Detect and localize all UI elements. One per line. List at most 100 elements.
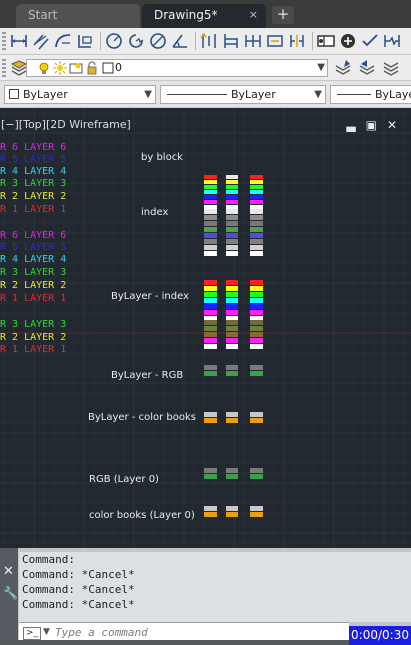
color-sample-bar <box>250 338 263 343</box>
continue-dimension-icon[interactable] <box>243 31 263 51</box>
command-history-line: Command: <box>22 553 75 566</box>
color-sample-bar <box>250 304 263 309</box>
layout-tabs-strip <box>0 640 349 645</box>
radius-dimension-icon[interactable] <box>104 31 124 51</box>
command-prompt-icon[interactable]: >_ <box>23 627 41 640</box>
color-sample-bar <box>250 180 263 184</box>
viewport-freeze-icon[interactable] <box>69 61 83 75</box>
customize-wrench-icon[interactable]: 🔧 <box>3 586 18 600</box>
color-sample-bar <box>204 190 217 194</box>
color-sample-bar <box>226 200 238 204</box>
color-control-dropdown[interactable]: ByLayer ▼ <box>4 85 156 104</box>
color-sample-bar <box>226 190 238 194</box>
linear-dimension-icon[interactable] <box>9 31 29 51</box>
chevron-down-icon: ▼ <box>144 89 152 100</box>
layer-previous-icon[interactable] <box>357 58 377 78</box>
color-sample-bar <box>226 418 238 423</box>
color-sample-bar <box>226 209 238 214</box>
linetype-preview-line <box>167 94 227 95</box>
toolbar-separator <box>312 32 313 50</box>
color-square-icon[interactable] <box>101 61 115 75</box>
lineweight-control-value: ByLayer <box>375 88 411 101</box>
layer-states-icon[interactable] <box>381 58 401 78</box>
color-sample-bar <box>250 474 263 479</box>
color-sample-bar <box>226 344 238 349</box>
color-sample-bar <box>250 245 263 250</box>
color-sample-bar <box>226 215 238 220</box>
new-tab-button[interactable]: + <box>272 6 294 24</box>
color-sample-bar <box>226 185 238 189</box>
color-sample-bar <box>226 180 238 184</box>
tolerance-icon[interactable] <box>316 31 336 51</box>
color-sample-bar <box>250 195 263 199</box>
color-sample-bar <box>250 233 263 238</box>
linetype-control-dropdown[interactable]: ByLayer ▼ <box>160 85 326 104</box>
color-sample-bar <box>204 365 217 370</box>
quick-dimension-icon[interactable] <box>199 31 219 51</box>
color-sample-bar <box>250 280 263 285</box>
center-mark-icon[interactable] <box>338 31 358 51</box>
color-sample-bar <box>250 221 263 226</box>
tab-drawing5-label: Drawing5* <box>154 8 218 22</box>
color-sample-bar <box>204 215 217 220</box>
color-sample-bar <box>204 298 217 303</box>
color-sample-bar <box>226 195 238 199</box>
light-bulb-icon[interactable] <box>37 61 51 75</box>
chevron-down-icon: ▼ <box>314 89 322 100</box>
linetype-control-value: ByLayer <box>231 88 276 101</box>
layer-dropdown[interactable]: 0 ▼ <box>26 59 328 77</box>
recording-timer: 0:00/0:30 <box>349 626 411 645</box>
color-sample-bar <box>204 468 217 473</box>
angular-dimension-icon[interactable] <box>170 31 190 51</box>
command-history-line: Command: *Cancel* <box>22 568 135 581</box>
restore-viewport-icon[interactable]: ▣ <box>366 118 377 132</box>
legend-row: R 5 LAYER 5 <box>0 242 67 253</box>
dimension-break-icon[interactable] <box>287 31 307 51</box>
jogged-dimension-icon[interactable] <box>126 31 146 51</box>
color-sample-bar <box>226 245 238 250</box>
arc-length-icon[interactable] <box>53 31 73 51</box>
current-layer-name: 0 <box>115 61 122 74</box>
jogged-linear-icon[interactable] <box>382 31 402 51</box>
sun-freeze-icon[interactable] <box>53 61 67 75</box>
dimension-space-icon[interactable] <box>265 31 285 51</box>
toolbar-grip[interactable] <box>2 58 6 77</box>
inspect-icon[interactable] <box>360 31 380 51</box>
recent-commands-chevron-icon[interactable]: ▼ <box>43 627 50 637</box>
color-sample-bar <box>226 233 238 238</box>
viewport-controls-label[interactable]: [−][Top][2D Wireframe] <box>1 118 131 131</box>
properties-toolbar: ByLayer ▼ ByLayer ▼ ByLayer <box>0 81 411 108</box>
tab-drawing5[interactable]: Drawing5* × <box>142 4 266 28</box>
tab-close-icon[interactable]: × <box>249 4 258 26</box>
close-viewport-icon[interactable]: ✕ <box>387 118 397 132</box>
color-sample-bar <box>204 195 217 199</box>
toolbar-grip[interactable] <box>2 32 6 50</box>
lock-icon[interactable] <box>85 61 99 75</box>
drawing-canvas[interactable]: [−][Top][2D Wireframe] ▃ ▣ ✕ R 6 LAYER 6… <box>0 108 411 548</box>
lineweight-control-dropdown[interactable]: ByLayer <box>330 85 411 104</box>
legend-row: R 2 LAYER 2 <box>0 280 67 291</box>
color-sample-bar <box>204 418 217 423</box>
tab-start[interactable]: Start <box>16 4 140 28</box>
diameter-dimension-icon[interactable] <box>148 31 168 51</box>
aligned-dimension-icon[interactable] <box>31 31 51 51</box>
color-sample-bar <box>204 245 217 250</box>
baseline-dimension-icon[interactable] <box>221 31 241 51</box>
viewport-window-controls: ▃ ▣ ✕ <box>346 118 397 132</box>
ordinate-dimension-icon[interactable] <box>75 31 95 51</box>
color-sample-bar <box>204 292 217 297</box>
section-label: ByLayer - index <box>111 291 189 302</box>
color-sample-bar <box>250 468 263 473</box>
close-command-line-icon[interactable]: ✕ <box>3 564 14 579</box>
color-sample-bar <box>226 280 238 285</box>
minimize-viewport-icon[interactable]: ▃ <box>346 118 355 132</box>
color-sample-bar <box>250 190 263 194</box>
color-sample-bar <box>204 286 217 291</box>
color-sample-bar <box>226 338 238 343</box>
make-current-layer-icon[interactable] <box>333 58 353 78</box>
legend-row: R 3 LAYER 3 <box>0 178 67 189</box>
color-sample-bar <box>250 412 263 417</box>
color-sample-bar <box>250 175 263 179</box>
command-history-line: Command: *Cancel* <box>22 598 135 611</box>
legend-row: R 2 LAYER 2 <box>0 332 67 343</box>
